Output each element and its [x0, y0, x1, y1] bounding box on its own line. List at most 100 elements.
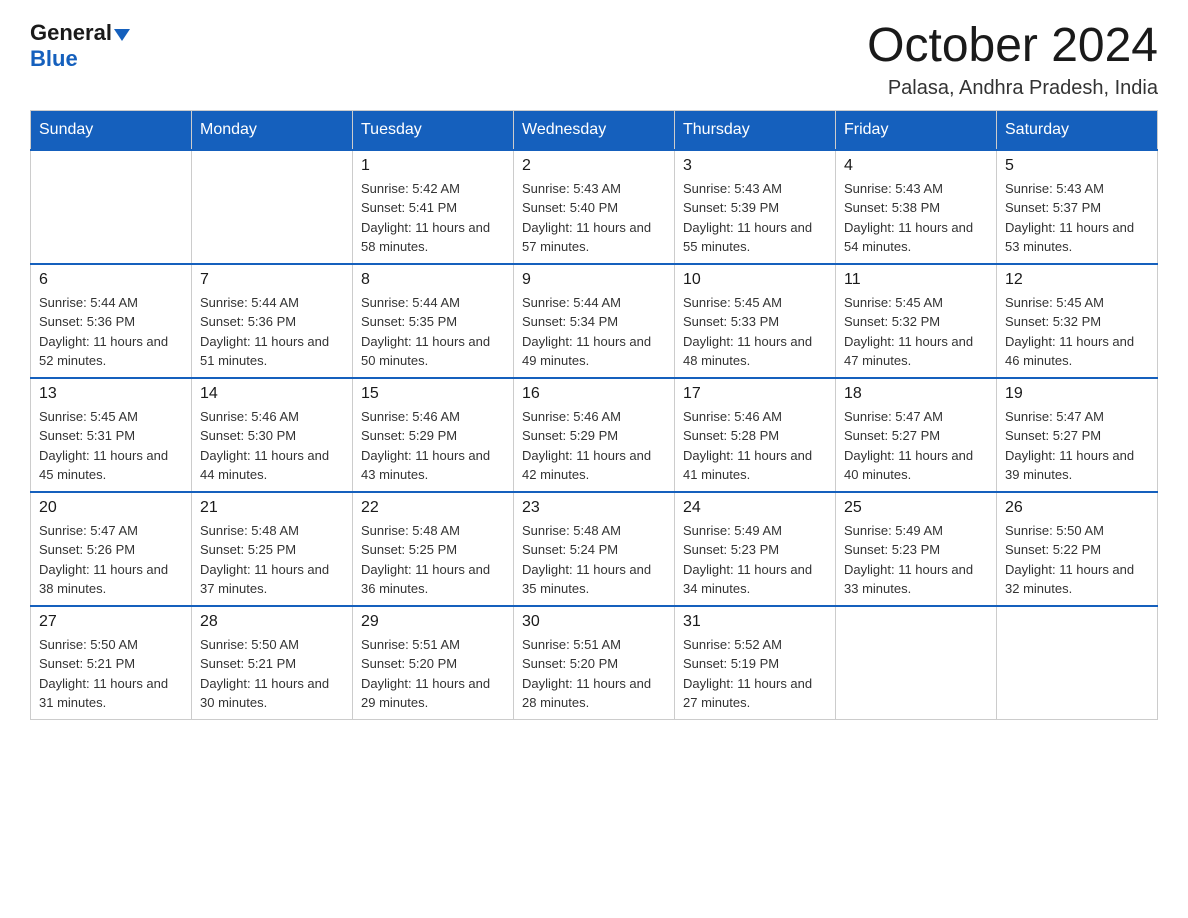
day-info: Sunrise: 5:48 AMSunset: 5:25 PMDaylight:… — [361, 521, 505, 599]
week-row-4: 20 Sunrise: 5:47 AMSunset: 5:26 PMDayligh… — [31, 492, 1158, 606]
day-info: Sunrise: 5:51 AMSunset: 5:20 PMDaylight:… — [522, 635, 666, 713]
page-header: General Blue October 2024 Palasa, Andhra… — [30, 20, 1158, 100]
calendar-cell: 14 Sunrise: 5:46 AMSunset: 5:30 PMDayligh… — [192, 378, 353, 492]
day-number: 23 — [522, 499, 666, 517]
day-number: 15 — [361, 385, 505, 403]
day-number: 19 — [1005, 385, 1149, 403]
day-info: Sunrise: 5:45 AMSunset: 5:32 PMDaylight:… — [1005, 293, 1149, 371]
calendar-cell — [997, 606, 1158, 720]
header-saturday: Saturday — [997, 110, 1158, 150]
week-row-2: 6 Sunrise: 5:44 AMSunset: 5:36 PMDaylight… — [31, 264, 1158, 378]
calendar-table: SundayMondayTuesdayWednesdayThursdayFrid… — [30, 110, 1158, 720]
day-number: 17 — [683, 385, 827, 403]
header-monday: Monday — [192, 110, 353, 150]
day-number: 18 — [844, 385, 988, 403]
calendar-cell: 15 Sunrise: 5:46 AMSunset: 5:29 PMDayligh… — [353, 378, 514, 492]
logo: General Blue — [30, 20, 130, 72]
day-number: 16 — [522, 385, 666, 403]
day-number: 21 — [200, 499, 344, 517]
day-number: 14 — [200, 385, 344, 403]
day-number: 5 — [1005, 157, 1149, 175]
day-info: Sunrise: 5:48 AMSunset: 5:25 PMDaylight:… — [200, 521, 344, 599]
calendar-body: 1Sunrise: 5:42 AMSunset: 5:41 PMDaylight… — [31, 150, 1158, 720]
day-number: 22 — [361, 499, 505, 517]
calendar-cell: 21 Sunrise: 5:48 AMSunset: 5:25 PMDayligh… — [192, 492, 353, 606]
day-number: 29 — [361, 613, 505, 631]
day-info: Sunrise: 5:51 AMSunset: 5:20 PMDaylight:… — [361, 635, 505, 713]
header-friday: Friday — [836, 110, 997, 150]
header-sunday: Sunday — [31, 110, 192, 150]
day-info: Sunrise: 5:47 AMSunset: 5:26 PMDaylight:… — [39, 521, 183, 599]
day-info: Sunrise: 5:49 AMSunset: 5:23 PMDaylight:… — [844, 521, 988, 599]
day-info: Sunrise: 5:46 AMSunset: 5:30 PMDaylight:… — [200, 407, 344, 485]
calendar-cell — [192, 150, 353, 264]
day-info: Sunrise: 5:50 AMSunset: 5:21 PMDaylight:… — [39, 635, 183, 713]
day-info: Sunrise: 5:46 AMSunset: 5:29 PMDaylight:… — [522, 407, 666, 485]
day-number: 10 — [683, 271, 827, 289]
month-title: October 2024 — [867, 20, 1158, 73]
calendar-cell — [836, 606, 997, 720]
calendar-cell: 23 Sunrise: 5:48 AMSunset: 5:24 PMDayligh… — [514, 492, 675, 606]
calendar-cell: 10Sunrise: 5:45 AMSunset: 5:33 PMDayligh… — [675, 264, 836, 378]
calendar-cell: 20 Sunrise: 5:47 AMSunset: 5:26 PMDayligh… — [31, 492, 192, 606]
calendar-cell: 22 Sunrise: 5:48 AMSunset: 5:25 PMDayligh… — [353, 492, 514, 606]
day-number: 3 — [683, 157, 827, 175]
day-info: Sunrise: 5:45 AMSunset: 5:31 PMDaylight:… — [39, 407, 183, 485]
day-info: Sunrise: 5:46 AMSunset: 5:28 PMDaylight:… — [683, 407, 827, 485]
day-number: 28 — [200, 613, 344, 631]
day-info: Sunrise: 5:48 AMSunset: 5:24 PMDaylight:… — [522, 521, 666, 599]
calendar-cell: 25 Sunrise: 5:49 AMSunset: 5:23 PMDayligh… — [836, 492, 997, 606]
calendar-cell — [31, 150, 192, 264]
day-number: 12 — [1005, 271, 1149, 289]
week-row-5: 27 Sunrise: 5:50 AMSunset: 5:21 PMDayligh… — [31, 606, 1158, 720]
calendar-cell: 30 Sunrise: 5:51 AMSunset: 5:20 PMDayligh… — [514, 606, 675, 720]
day-number: 24 — [683, 499, 827, 517]
day-info: Sunrise: 5:44 AMSunset: 5:34 PMDaylight:… — [522, 293, 666, 371]
header-thursday: Thursday — [675, 110, 836, 150]
day-number: 31 — [683, 613, 827, 631]
header-tuesday: Tuesday — [353, 110, 514, 150]
day-info: Sunrise: 5:44 AMSunset: 5:35 PMDaylight:… — [361, 293, 505, 371]
day-info: Sunrise: 5:42 AMSunset: 5:41 PMDaylight:… — [361, 179, 505, 257]
day-number: 2 — [522, 157, 666, 175]
calendar-cell: 6Sunrise: 5:44 AMSunset: 5:36 PMDaylight… — [31, 264, 192, 378]
calendar-cell: 2 Sunrise: 5:43 AMSunset: 5:40 PMDaylight… — [514, 150, 675, 264]
calendar-cell: 12 Sunrise: 5:45 AMSunset: 5:32 PMDayligh… — [997, 264, 1158, 378]
location-title: Palasa, Andhra Pradesh, India — [867, 77, 1158, 100]
week-row-1: 1Sunrise: 5:42 AMSunset: 5:41 PMDaylight… — [31, 150, 1158, 264]
day-info: Sunrise: 5:52 AMSunset: 5:19 PMDaylight:… — [683, 635, 827, 713]
calendar-cell: 27 Sunrise: 5:50 AMSunset: 5:21 PMDayligh… — [31, 606, 192, 720]
logo-general-text: General — [30, 20, 112, 46]
day-number: 30 — [522, 613, 666, 631]
week-row-3: 13 Sunrise: 5:45 AMSunset: 5:31 PMDayligh… — [31, 378, 1158, 492]
calendar-header: SundayMondayTuesdayWednesdayThursdayFrid… — [31, 110, 1158, 150]
calendar-cell: 17 Sunrise: 5:46 AMSunset: 5:28 PMDayligh… — [675, 378, 836, 492]
day-info: Sunrise: 5:45 AMSunset: 5:32 PMDaylight:… — [844, 293, 988, 371]
day-info: Sunrise: 5:44 AMSunset: 5:36 PMDaylight:… — [200, 293, 344, 371]
calendar-cell: 3Sunrise: 5:43 AMSunset: 5:39 PMDaylight… — [675, 150, 836, 264]
day-number: 25 — [844, 499, 988, 517]
day-number: 13 — [39, 385, 183, 403]
day-info: Sunrise: 5:43 AMSunset: 5:40 PMDaylight:… — [522, 179, 666, 257]
calendar-cell: 24 Sunrise: 5:49 AMSunset: 5:23 PMDayligh… — [675, 492, 836, 606]
calendar-cell: 29 Sunrise: 5:51 AMSunset: 5:20 PMDayligh… — [353, 606, 514, 720]
calendar-cell: 19 Sunrise: 5:47 AMSunset: 5:27 PMDayligh… — [997, 378, 1158, 492]
day-number: 9 — [522, 271, 666, 289]
day-number: 20 — [39, 499, 183, 517]
day-number: 7 — [200, 271, 344, 289]
calendar-cell: 18Sunrise: 5:47 AMSunset: 5:27 PMDayligh… — [836, 378, 997, 492]
day-info: Sunrise: 5:43 AMSunset: 5:38 PMDaylight:… — [844, 179, 988, 257]
day-info: Sunrise: 5:43 AMSunset: 5:37 PMDaylight:… — [1005, 179, 1149, 257]
day-number: 6 — [39, 271, 183, 289]
calendar-cell: 4Sunrise: 5:43 AMSunset: 5:38 PMDaylight… — [836, 150, 997, 264]
day-info: Sunrise: 5:49 AMSunset: 5:23 PMDaylight:… — [683, 521, 827, 599]
calendar-cell: 16 Sunrise: 5:46 AMSunset: 5:29 PMDayligh… — [514, 378, 675, 492]
day-info: Sunrise: 5:47 AMSunset: 5:27 PMDaylight:… — [1005, 407, 1149, 485]
calendar-cell: 26Sunrise: 5:50 AMSunset: 5:22 PMDayligh… — [997, 492, 1158, 606]
calendar-cell: 5 Sunrise: 5:43 AMSunset: 5:37 PMDaylight… — [997, 150, 1158, 264]
day-info: Sunrise: 5:46 AMSunset: 5:29 PMDaylight:… — [361, 407, 505, 485]
header-wednesday: Wednesday — [514, 110, 675, 150]
day-number: 27 — [39, 613, 183, 631]
calendar-cell: 1Sunrise: 5:42 AMSunset: 5:41 PMDaylight… — [353, 150, 514, 264]
title-block: October 2024 Palasa, Andhra Pradesh, Ind… — [867, 20, 1158, 100]
